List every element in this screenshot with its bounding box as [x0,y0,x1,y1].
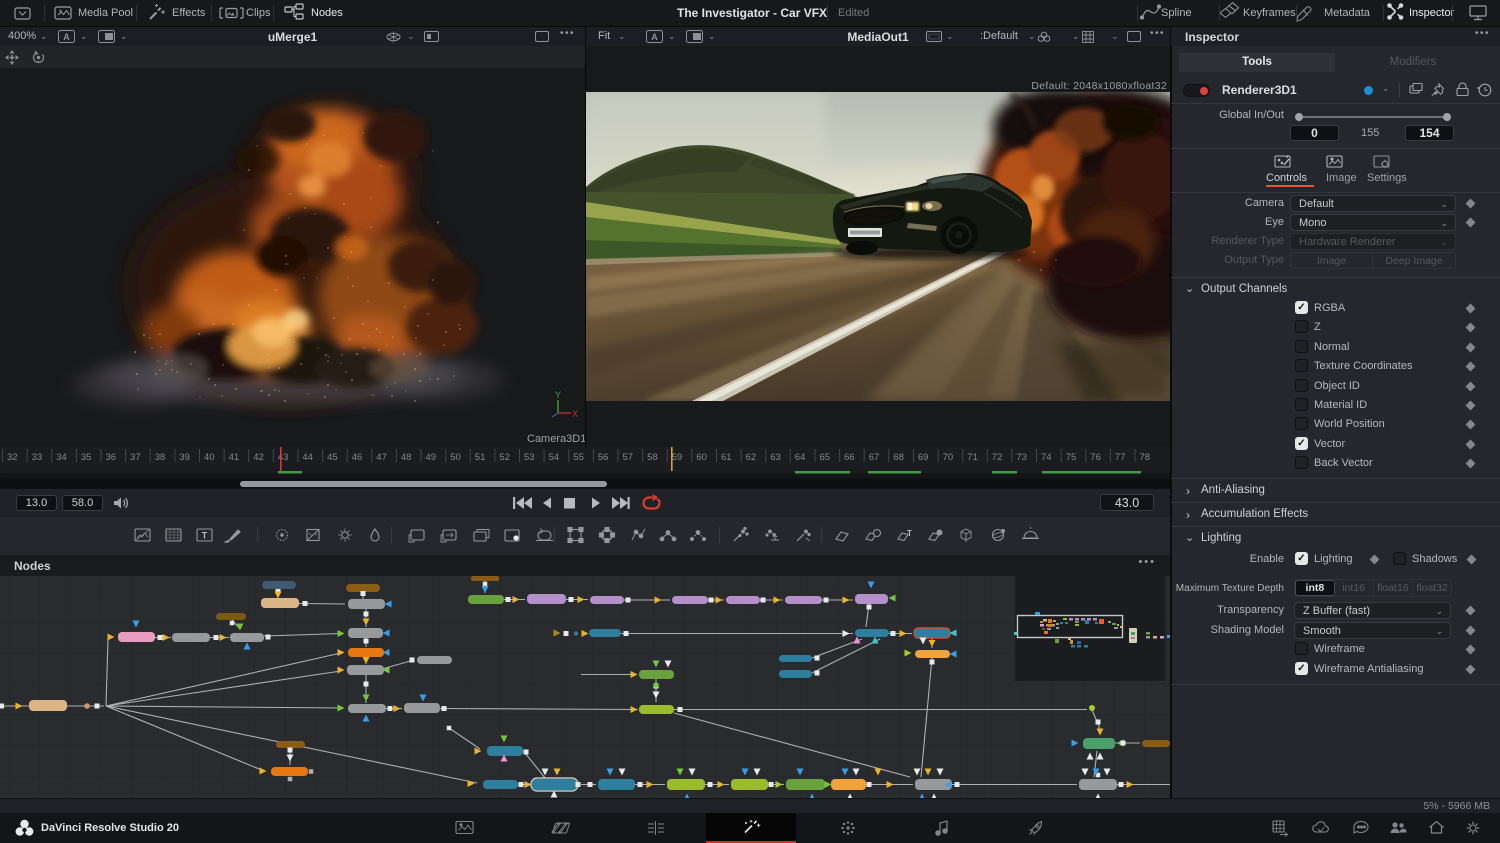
svg-text:74: 74 [1041,452,1052,463]
svg-text:37: 37 [130,452,141,463]
svg-text:Camera3D1: Camera3D1 [527,433,585,445]
svg-text:68: 68 [893,452,904,463]
svg-text:48: 48 [401,452,412,463]
svg-text:53: 53 [524,452,535,463]
svg-text:63: 63 [770,452,781,463]
svg-text:X: X [572,409,578,419]
svg-text:49: 49 [426,452,437,463]
svg-text:Y: Y [555,390,561,400]
svg-text:65: 65 [820,452,831,463]
svg-text:59: 59 [672,452,683,463]
svg-text:39: 39 [179,452,190,463]
svg-text:T: T [202,531,208,541]
svg-text:34: 34 [56,452,67,463]
svg-text:50: 50 [450,452,461,463]
svg-text:69: 69 [918,452,929,463]
svg-text:56: 56 [598,452,609,463]
svg-text:57: 57 [623,452,634,463]
svg-text:36: 36 [106,452,117,463]
svg-text:71: 71 [967,452,978,463]
svg-text:45: 45 [327,452,338,463]
svg-text:60: 60 [696,452,707,463]
svg-text:43: 43 [278,452,289,463]
svg-text:76: 76 [1090,452,1101,463]
svg-text:64: 64 [795,452,806,463]
svg-text:42: 42 [253,452,264,463]
svg-text:66: 66 [844,452,855,463]
svg-text:33: 33 [32,452,43,463]
svg-text:52: 52 [499,452,510,463]
svg-text:61: 61 [721,452,732,463]
svg-text:47: 47 [376,452,387,463]
svg-text:55: 55 [573,452,584,463]
svg-text:44: 44 [302,452,313,463]
svg-text:T: T [907,529,912,538]
svg-text:41: 41 [229,452,240,463]
svg-text:77: 77 [1115,452,1126,463]
svg-text:78: 78 [1140,452,1151,463]
svg-text:67: 67 [869,452,880,463]
svg-text:70: 70 [943,452,954,463]
svg-text:38: 38 [155,452,166,463]
svg-text:35: 35 [81,452,92,463]
svg-text:32: 32 [7,452,18,463]
svg-text:75: 75 [1066,452,1077,463]
svg-text:58: 58 [647,452,658,463]
svg-text:51: 51 [475,452,486,463]
svg-text:40: 40 [204,452,215,463]
svg-text:46: 46 [352,452,363,463]
svg-text:72: 72 [992,452,1003,463]
svg-text:62: 62 [746,452,757,463]
svg-text:73: 73 [1016,452,1027,463]
svg-text:54: 54 [549,452,560,463]
